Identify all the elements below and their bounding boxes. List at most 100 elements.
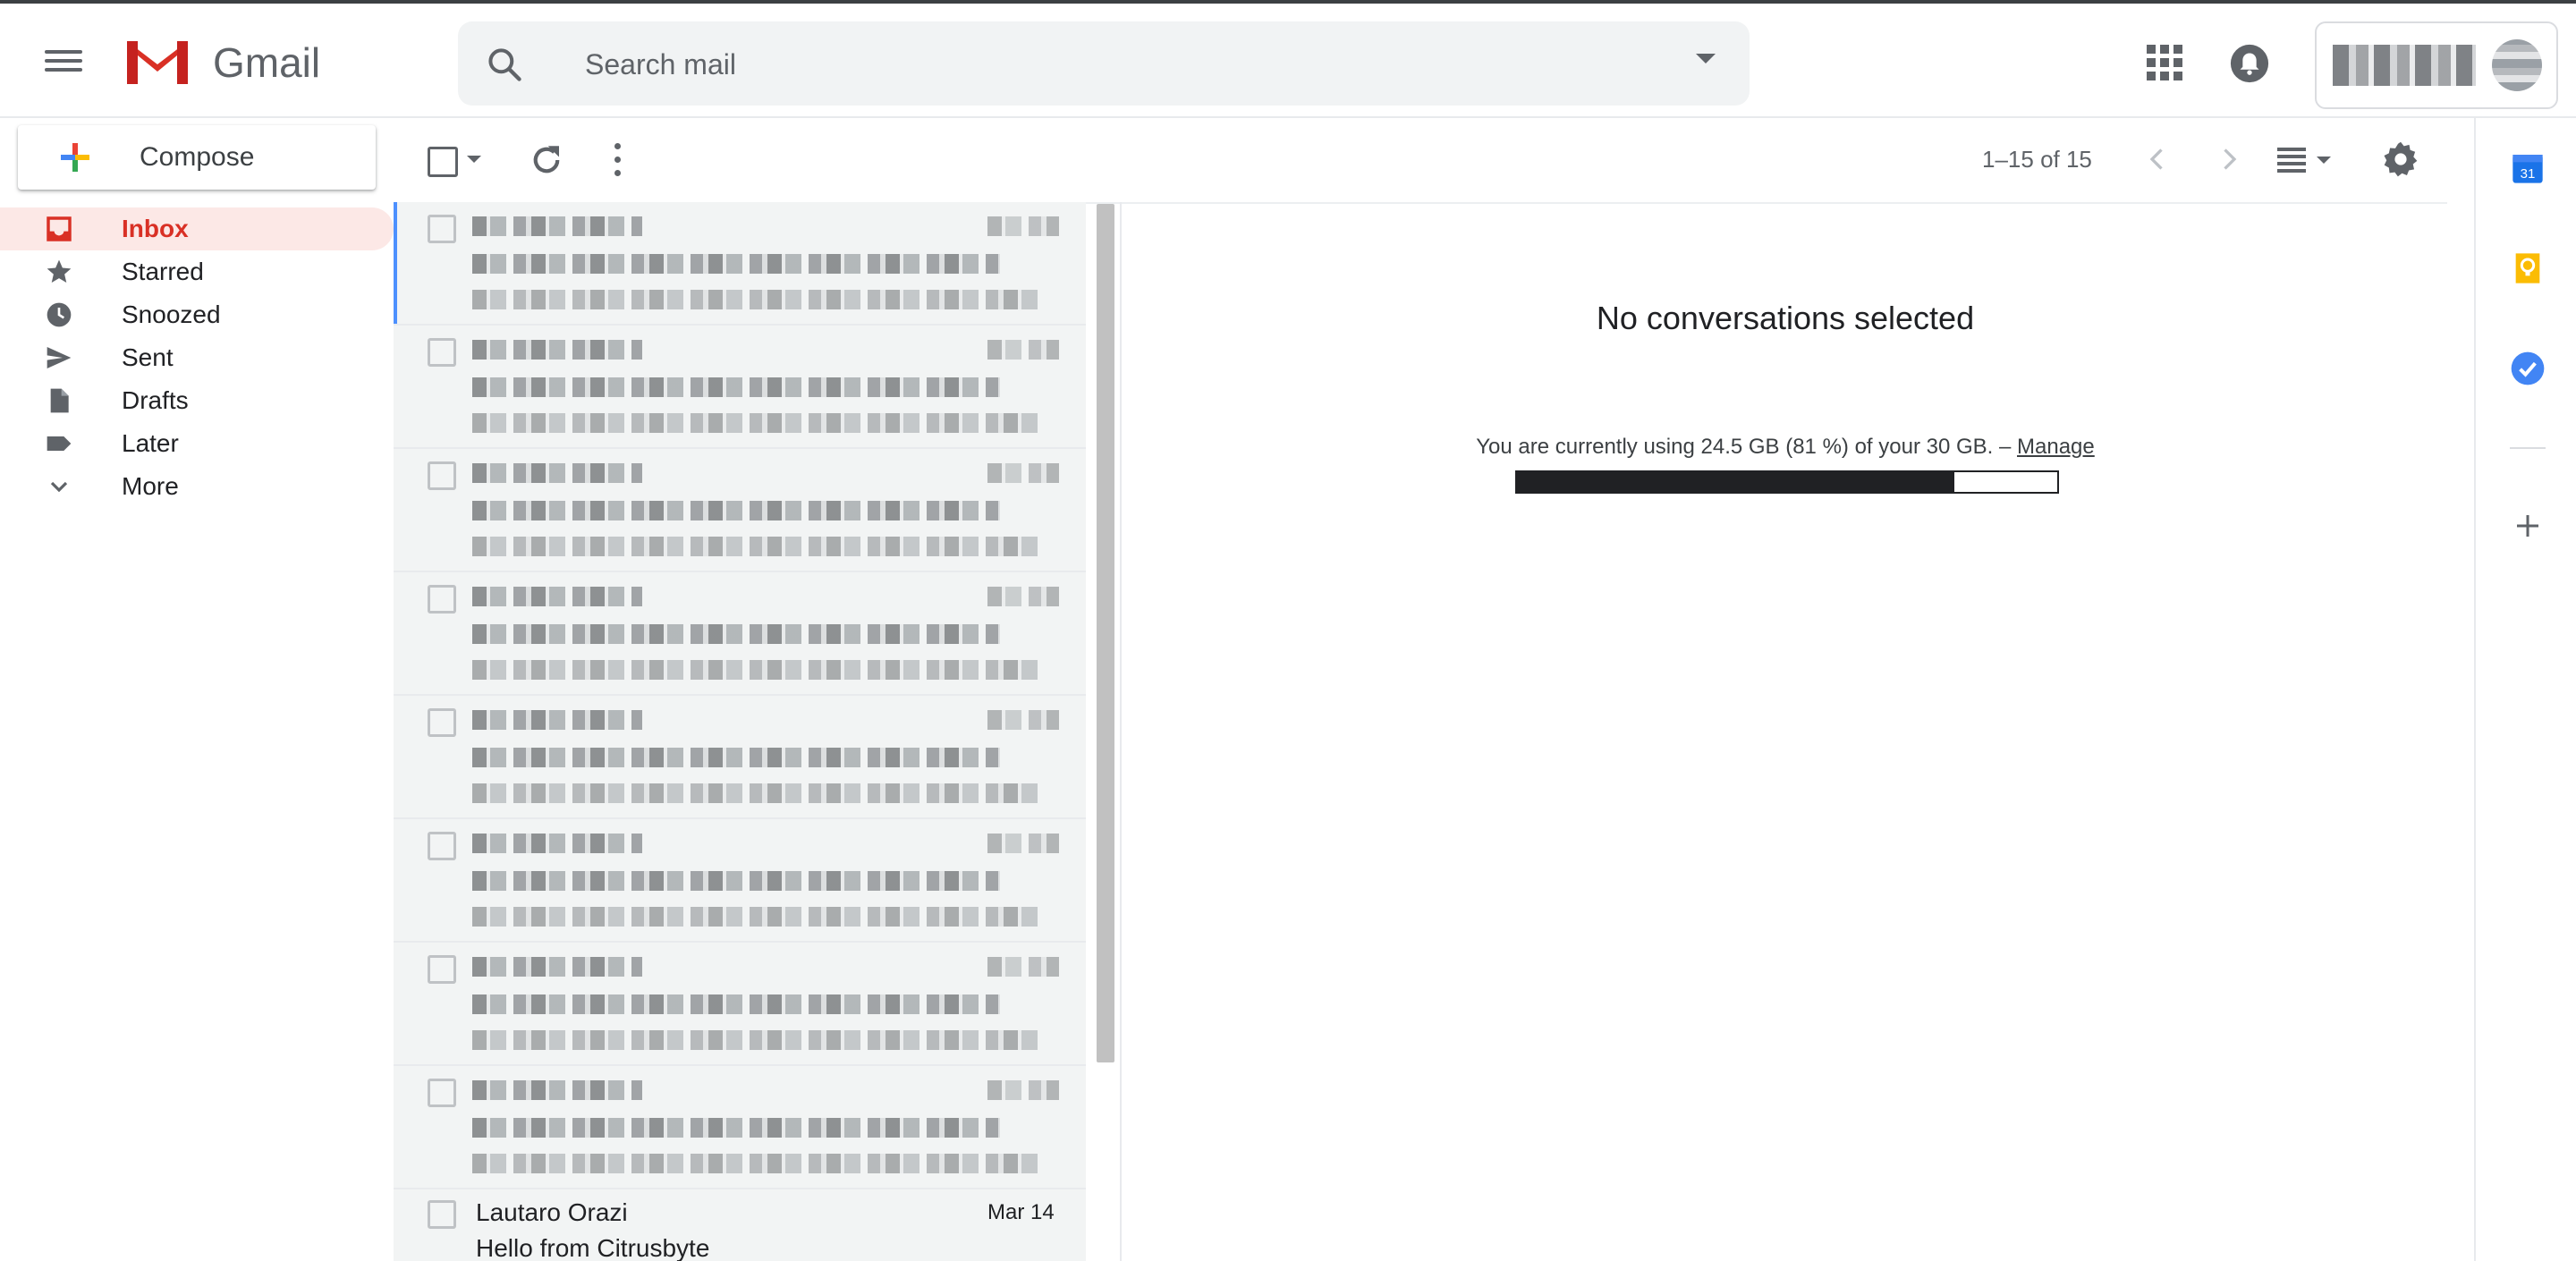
sidebar-item-snoozed[interactable]: Snoozed <box>0 293 394 336</box>
compose-label: Compose <box>140 142 255 172</box>
select-options-caret-icon[interactable] <box>467 156 481 163</box>
redacted-text <box>472 587 642 606</box>
redacted-text <box>472 340 642 360</box>
sidebar-item-later[interactable]: Later <box>0 422 394 465</box>
redacted-text <box>472 1080 642 1100</box>
account-switcher[interactable] <box>2315 21 2558 109</box>
table-row[interactable] <box>394 1066 1086 1189</box>
row-checkbox[interactable] <box>428 1200 456 1229</box>
search-input[interactable] <box>583 41 1624 88</box>
sidebar-item-inbox[interactable]: Inbox <box>0 207 394 250</box>
sidebar-item-label: More <box>122 472 179 500</box>
mail-toolbar: 1–15 of 15 <box>394 116 2447 204</box>
redacted-text <box>987 587 1059 606</box>
chevron-left-icon[interactable] <box>2141 143 2174 175</box>
sidebar-item-more[interactable]: More <box>0 465 394 508</box>
redacted-text <box>472 413 1045 433</box>
row-checkbox[interactable] <box>428 461 456 490</box>
sidebar-item-sent[interactable]: Sent <box>0 336 394 379</box>
storage-usage-text: You are currently using 24.5 GB (81 %) o… <box>1122 433 2449 461</box>
redacted-text <box>987 834 1059 853</box>
chevron-right-icon[interactable] <box>2213 143 2245 175</box>
table-row[interactable]: Lautaro Orazi Mar 14 Hello from Citrusby… <box>394 1189 1086 1261</box>
redacted-text <box>472 994 1000 1014</box>
pagination-count: 1–15 of 15 <box>1982 146 2092 173</box>
redacted-text <box>987 463 1059 483</box>
sidebar-item-label: Starred <box>122 258 204 285</box>
sidebar-item-label: Snoozed <box>122 300 221 328</box>
redacted-text <box>472 1030 1045 1050</box>
row-checkbox[interactable] <box>428 338 456 367</box>
storage-usage-label: You are currently using 24.5 GB (81 %) o… <box>1476 435 2012 459</box>
redacted-text <box>472 290 1045 309</box>
redacted-text <box>472 748 1000 767</box>
manage-storage-link[interactable]: Manage <box>2017 435 2095 459</box>
redacted-text <box>987 340 1059 360</box>
table-row[interactable] <box>394 449 1086 572</box>
redacted-text <box>472 377 1000 397</box>
star-icon <box>47 259 72 283</box>
calendar-icon[interactable]: 31 <box>2510 150 2546 186</box>
select-all-checkbox[interactable] <box>428 147 458 177</box>
chevron-down-icon <box>50 481 68 493</box>
pane-divider[interactable] <box>1120 202 1122 1261</box>
message-date: Mar 14 <box>987 1200 1055 1224</box>
redacted-text <box>472 660 1045 680</box>
label-icon <box>47 436 72 451</box>
app-name[interactable]: Gmail <box>213 36 320 89</box>
keep-notes-icon[interactable] <box>2510 250 2546 286</box>
row-checkbox[interactable] <box>428 1079 456 1107</box>
row-checkbox[interactable] <box>428 215 456 243</box>
storage-progress-bar <box>1515 470 2059 494</box>
search-bar[interactable] <box>458 21 1750 106</box>
table-row[interactable] <box>394 943 1086 1066</box>
draft-icon <box>50 388 69 413</box>
sidebar-item-label: Later <box>122 429 179 457</box>
compose-plus-icon <box>61 143 89 172</box>
gmail-logo-icon[interactable] <box>123 36 191 88</box>
clock-icon <box>47 302 72 327</box>
redacted-text <box>472 501 1000 520</box>
table-row[interactable] <box>394 202 1086 326</box>
inbox-icon <box>47 216 72 241</box>
redacted-text <box>472 1154 1045 1173</box>
more-options-icon[interactable] <box>612 143 623 179</box>
message-list-scrollbar[interactable] <box>1097 204 1114 1062</box>
refresh-icon[interactable] <box>528 141 565 179</box>
search-options-caret-icon[interactable] <box>1696 54 1716 63</box>
message-sender: Lautaro Orazi <box>476 1198 628 1226</box>
redacted-text <box>987 216 1059 236</box>
sidebar-item-starred[interactable]: Starred <box>0 250 394 293</box>
row-checkbox[interactable] <box>428 708 456 737</box>
message-list[interactable]: Lautaro Orazi Mar 14 Hello from Citrusby… <box>394 202 1086 1261</box>
split-pane-toggle-icon[interactable] <box>2275 145 2338 175</box>
redacted-text <box>472 463 642 483</box>
redacted-text <box>472 957 642 977</box>
table-row[interactable] <box>394 819 1086 943</box>
notifications-icon[interactable] <box>2229 43 2270 84</box>
main-menu-icon[interactable] <box>45 45 82 82</box>
table-row[interactable] <box>394 696 1086 819</box>
row-checkbox[interactable] <box>428 955 456 984</box>
table-row[interactable] <box>394 572 1086 696</box>
table-row[interactable] <box>394 326 1086 449</box>
sidebar-nav: Inbox Starred Snoozed Sent Drafts Later <box>0 207 394 508</box>
apps-grid-icon[interactable] <box>2147 45 2182 80</box>
redacted-text <box>987 1080 1059 1100</box>
sidebar-item-label: Drafts <box>122 386 189 414</box>
redacted-text <box>472 783 1045 803</box>
redacted-text <box>472 216 642 236</box>
sidebar-item-drafts[interactable]: Drafts <box>0 379 394 422</box>
redacted-text <box>987 710 1059 730</box>
avatar[interactable] <box>2492 39 2542 91</box>
redacted-text <box>472 710 642 730</box>
redacted-text <box>472 834 642 853</box>
settings-gear-icon[interactable] <box>2381 140 2420 179</box>
row-checkbox[interactable] <box>428 832 456 860</box>
add-addon-icon[interactable] <box>2512 510 2544 542</box>
compose-button[interactable]: Compose <box>18 125 376 190</box>
row-checkbox[interactable] <box>428 585 456 614</box>
search-icon[interactable] <box>485 45 524 84</box>
message-subject: Hello from Citrusbyte <box>476 1234 710 1261</box>
tasks-icon[interactable] <box>2510 351 2546 386</box>
